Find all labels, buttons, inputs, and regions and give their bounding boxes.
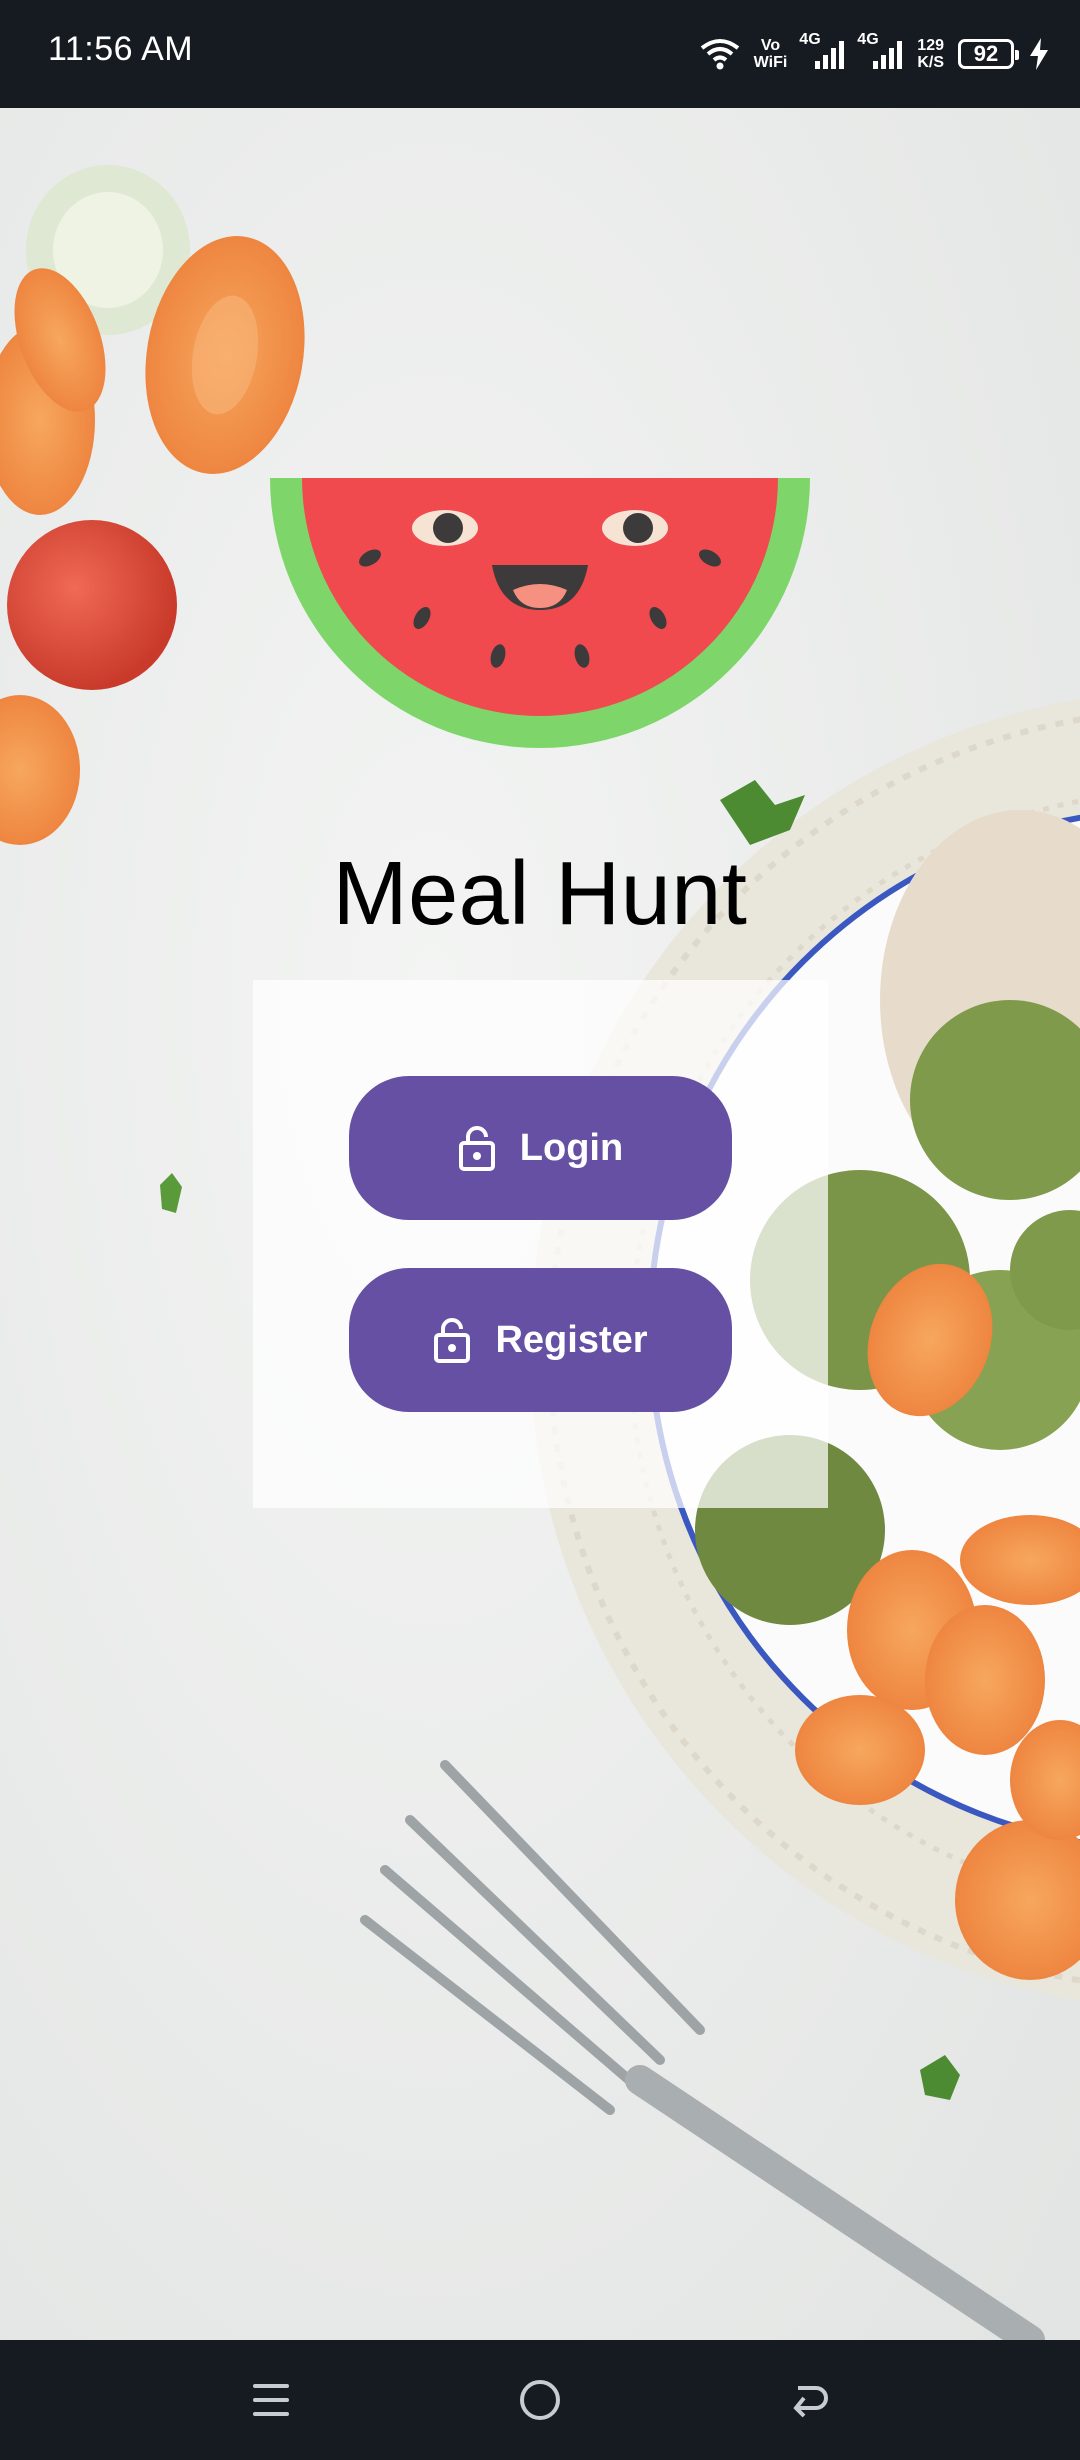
app-title: Meal Hunt (332, 844, 748, 944)
auth-card: Login Register (253, 980, 828, 1508)
signal-icon: 4G (857, 31, 903, 71)
charging-icon (1028, 38, 1050, 70)
lock-icon (433, 1317, 471, 1363)
volte-bottom: WiFi (753, 54, 788, 71)
register-button[interactable]: Register (349, 1268, 732, 1412)
watermelon-logo (270, 478, 810, 750)
volte-top: Vo (760, 37, 781, 54)
menu-icon[interactable] (236, 2370, 306, 2430)
lock-icon (458, 1125, 496, 1171)
register-label: Register (495, 1318, 648, 1361)
login-label: Login (519, 1126, 624, 1169)
navigation-bar (0, 2340, 1080, 2460)
signal-icon: 4G (799, 31, 845, 71)
status-bar: 11:56 AM Vo WiFi 4G 4G 129 K/S 92 (0, 0, 1080, 108)
status-time: 11:56 AM (48, 30, 194, 68)
status-icons: Vo WiFi 4G 4G 129 K/S 92 (700, 24, 1050, 84)
back-icon[interactable] (775, 2370, 845, 2430)
login-button[interactable]: Login (349, 1076, 732, 1220)
network-label-2: 4G (857, 31, 879, 48)
network-speed: 129 K/S (917, 37, 944, 71)
wifi-icon (700, 38, 740, 70)
speed-unit: K/S (917, 54, 944, 71)
battery-indicator: 92 (958, 39, 1019, 69)
speed-value: 129 (917, 37, 944, 54)
home-icon[interactable] (505, 2370, 575, 2430)
network-label-1: 4G (799, 31, 821, 48)
volte-label: Vo WiFi (754, 37, 788, 71)
